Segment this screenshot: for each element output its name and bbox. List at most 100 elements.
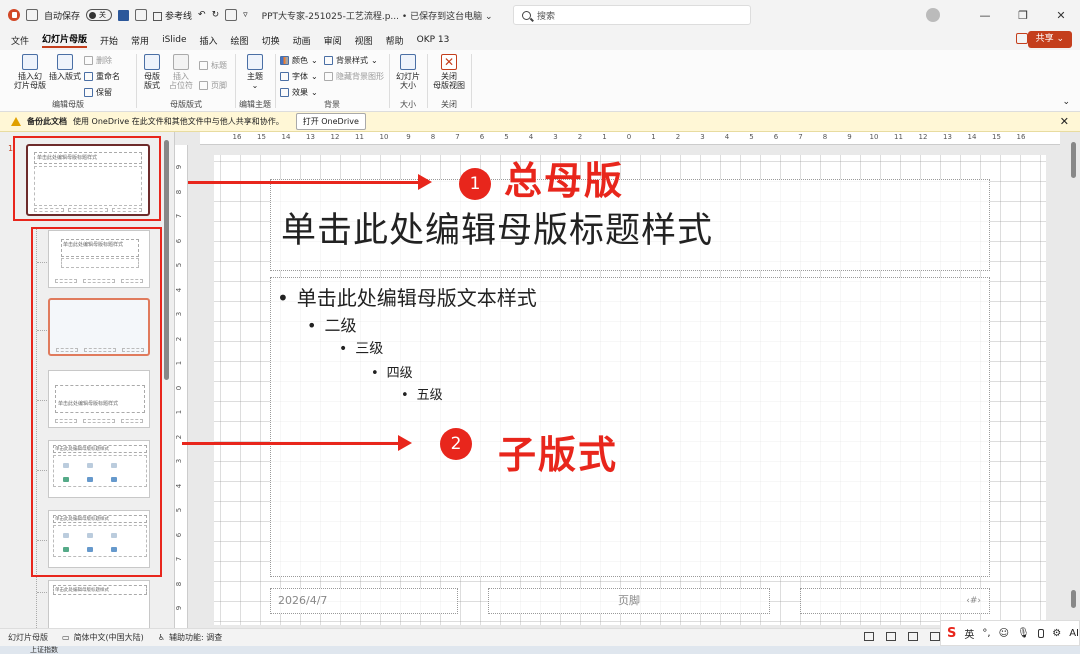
status-language[interactable]: ▭ 简体中文(中国大陆) (62, 632, 144, 643)
slide-number-placeholder[interactable]: ‹#› (800, 588, 990, 614)
ruler-tick-label: 4 (528, 133, 534, 141)
customize-qat-icon[interactable]: ▿ (243, 10, 248, 20)
title-checkbox-label: 标题 (211, 61, 227, 70)
group-edit-master: 插入幻 灯片母版 插入版式 删除 重命名 保留 编辑母版 (0, 50, 136, 112)
keyboard-icon[interactable] (1037, 628, 1045, 638)
insert-placeholder-button[interactable]: 插入 占位符 (167, 54, 195, 90)
notify-message: 使用 OneDrive 在此文件和其他文件中与他人共享和协作。 (73, 117, 284, 126)
ruler-tick-label: 7 (175, 556, 184, 562)
ime-punctuation-icon[interactable]: °, (982, 628, 990, 639)
tab-file[interactable]: 文件 (11, 34, 29, 47)
slide-size-button[interactable]: 幻灯片 大小 (393, 54, 423, 90)
status-accessibility[interactable]: ♿ 辅助功能: 调查 (158, 632, 222, 643)
ime-toolbar: S 英 °, ☺ 🎙 ⚙ AI (940, 620, 1080, 646)
reference-lines-checkbox[interactable]: 参考线 (153, 9, 192, 22)
tab-okp[interactable]: OKP 13 (417, 35, 450, 45)
ribbon-separator (471, 54, 472, 108)
comments-icon[interactable] (1016, 33, 1028, 44)
undo-icon[interactable]: ↶ (198, 10, 206, 20)
emoji-icon[interactable]: ☺ (999, 628, 1009, 639)
group-label-close: 关闭 (441, 100, 457, 109)
slide-sorter-icon[interactable] (886, 632, 896, 641)
autosave-toggle[interactable]: 关 (86, 9, 113, 21)
share-button[interactable]: 共享 ⌄ (1027, 31, 1072, 48)
hide-background-checkbox[interactable]: 隐藏背景图形 (324, 71, 384, 82)
theme-label: 主题 (247, 72, 263, 81)
ime-settings-icon[interactable]: ⚙ (1052, 628, 1061, 639)
colors-button[interactable]: 颜色 ⌄ (280, 55, 318, 66)
sogou-icon[interactable]: S (947, 626, 956, 641)
tab-common[interactable]: 常用 (131, 34, 149, 47)
reading-view-icon[interactable] (908, 632, 918, 641)
close-notification-icon[interactable]: ✕ (1060, 115, 1069, 128)
ruler-tick-label: 3 (175, 311, 184, 317)
tab-help[interactable]: 帮助 (386, 34, 404, 47)
account-avatar[interactable] (926, 8, 940, 22)
canvas-scrollbar[interactable] (1071, 142, 1076, 178)
rename-label: 重命名 (96, 72, 120, 81)
collapse-ribbon-icon[interactable]: ⌄ (1062, 97, 1070, 107)
close-master-view-button[interactable]: ✕ 关闭 母版视图 (431, 54, 467, 90)
master-layout-button[interactable]: 母版 版式 (139, 54, 165, 90)
tab-home[interactable]: 开始 (100, 34, 118, 47)
ime-language[interactable]: 英 (964, 626, 974, 641)
slide-master-canvas[interactable]: 单击此处编辑母版标题样式 单击此处编辑母版文本样式 二级 三级 四级 五级 20… (214, 155, 1046, 625)
tab-insert[interactable]: 插入 (200, 34, 218, 47)
tab-animations[interactable]: 动画 (293, 34, 311, 47)
fonts-button[interactable]: 字体 ⌄ (280, 71, 318, 82)
theme-icon (247, 54, 263, 70)
ruler-tick-label: 5 (175, 507, 184, 513)
ruler-tick-label: 10 (869, 133, 879, 141)
mic-icon[interactable]: 🎙 (1017, 628, 1030, 639)
footer-placeholder[interactable]: 页脚 (488, 588, 770, 614)
layout-thumbnail[interactable]: 单击此处编辑母版标题样式 (48, 580, 150, 628)
effects-button[interactable]: 效果 ⌄ (280, 87, 318, 98)
date-placeholder[interactable]: 2026/4/7 (270, 588, 458, 614)
tab-islide[interactable]: iSlide (162, 35, 186, 45)
slideshow-icon[interactable] (930, 632, 940, 641)
theme-button[interactable]: 主题 ⌄ (244, 54, 266, 90)
tab-draw[interactable]: 绘图 (231, 34, 249, 47)
share-label: 共享 (1035, 34, 1054, 44)
group-edit-theme: 主题 ⌄ 编辑主题 (236, 50, 274, 112)
tab-transitions[interactable]: 切换 (262, 34, 280, 47)
delete-label: 删除 (96, 56, 112, 65)
delete-button[interactable]: 删除 (84, 55, 112, 66)
normal-view-icon[interactable] (864, 632, 874, 641)
rename-button[interactable]: 重命名 (84, 71, 120, 82)
background-styles-button[interactable]: 背景样式 ⌄ (324, 55, 378, 66)
group-master-layout: 母版 版式 插入 占位符 标题 页脚 母版版式 (137, 50, 235, 112)
ai-icon[interactable]: AI (1069, 628, 1079, 639)
presenter-icon[interactable] (26, 9, 38, 21)
tab-view[interactable]: 视图 (355, 34, 373, 47)
footer-checkbox-icon (199, 81, 208, 90)
language-label: 简体中文(中国大陆) (73, 633, 144, 642)
thumbnail-scrollbar[interactable] (164, 140, 169, 380)
canvas-scrollbar-lower[interactable] (1071, 590, 1076, 608)
close-icon[interactable]: ✕ (1042, 9, 1080, 22)
checkbox-icon (153, 11, 163, 21)
title-checkbox[interactable]: 标题 (199, 60, 227, 71)
insert-layout-button[interactable]: 插入版式 (48, 54, 82, 81)
preserve-button[interactable]: 保留 (84, 87, 112, 98)
search-box[interactable]: 搜索 (513, 5, 751, 25)
vertical-ruler: 9 8 7 6 5 4 3 2 1 0 1 2 3 4 5 6 7 8 9 (175, 145, 188, 628)
restore-icon[interactable]: ❐ (1004, 9, 1042, 22)
format-painter-icon[interactable] (135, 9, 148, 21)
redo-icon[interactable]: ↻ (212, 10, 220, 20)
open-onedrive-button[interactable]: 打开 OneDrive (295, 113, 366, 130)
insert-master-button[interactable]: 插入幻 灯片母版 (10, 54, 50, 90)
footer-checkbox[interactable]: 页脚 (199, 80, 227, 91)
save-icon[interactable] (118, 9, 130, 21)
tab-slide-master[interactable]: 幻灯片母版 (42, 32, 88, 48)
text-level-4: 四级 (371, 362, 413, 381)
group-label-edit-theme: 编辑主题 (239, 100, 271, 109)
title-placeholder[interactable]: 单击此处编辑母版标题样式 (270, 179, 990, 271)
ruler-tick-label: 13 (943, 133, 952, 141)
tab-review[interactable]: 审阅 (324, 34, 342, 47)
layout-icon[interactable] (225, 9, 238, 21)
annotation-badge-2: 2 (440, 428, 472, 460)
body-placeholder[interactable]: 单击此处编辑母版文本样式 二级 三级 四级 五级 (270, 277, 990, 577)
text-level-2: 二级 (307, 312, 356, 336)
minimize-icon[interactable]: — (966, 9, 1004, 22)
